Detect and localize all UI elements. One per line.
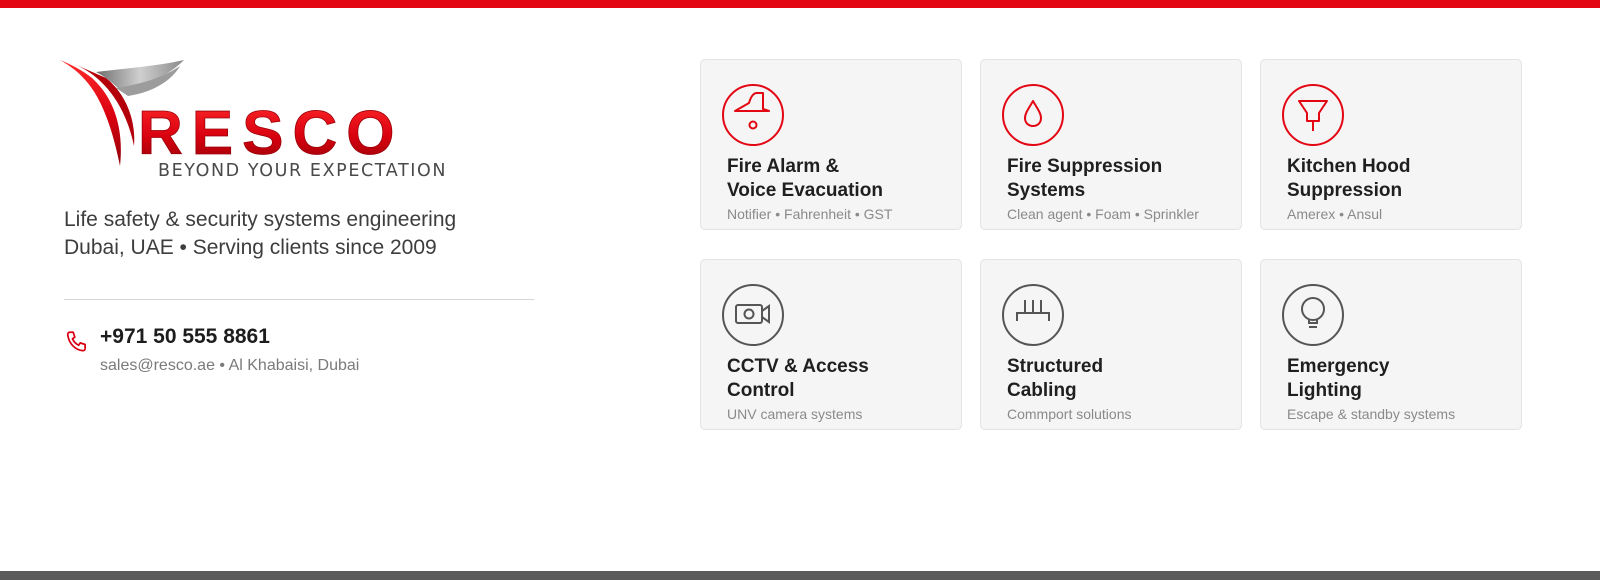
service-title: Kitchen Hood Suppression: [1287, 156, 1411, 201]
service-title: Structured Cabling: [1007, 356, 1104, 401]
service-title: Fire Alarm & Voice Evacuation: [727, 156, 883, 201]
service-card-emergency-lighting[interactable]: Emergency Lighting Escape & standby syst…: [1260, 259, 1522, 430]
service-card-cctv[interactable]: CCTV & Access Control UNV camera systems: [700, 259, 962, 430]
service-brands: Amerex • Ansul: [1287, 206, 1383, 222]
logo-slogan: BEYOND YOUR EXPECTATION: [158, 161, 447, 181]
phone-number[interactable]: +971 50 555 8861: [100, 325, 270, 349]
services-grid: Fire Alarm & Voice Evacuation Notifier •…: [700, 59, 1522, 431]
service-title: CCTV & Access Control: [727, 356, 869, 401]
service-card-fire-alarm[interactable]: Fire Alarm & Voice Evacuation Notifier •…: [700, 59, 962, 230]
service-brands: Notifier • Fahrenheit • GST: [727, 206, 893, 222]
service-title: Emergency Lighting: [1287, 356, 1390, 401]
service-brands: Clean agent • Foam • Sprinkler: [1007, 206, 1199, 222]
service-brands: Commport solutions: [1007, 406, 1132, 422]
fire-alarm-icon: [721, 83, 785, 147]
top-accent-bar: [0, 0, 1600, 8]
service-brands: UNV camera systems: [727, 406, 863, 422]
bottom-footer-bar: [0, 571, 1600, 580]
company-tagline: Life safety & security systems engineeri…: [64, 206, 584, 262]
camera-icon: [721, 283, 785, 347]
droplet-icon: [1001, 83, 1065, 147]
service-card-structured-cabling[interactable]: Structured Cabling Commport solutions: [980, 259, 1242, 430]
service-card-fire-suppression[interactable]: Fire Suppression Systems Clean agent • F…: [980, 59, 1242, 230]
service-card-kitchen-hood[interactable]: Kitchen Hood Suppression Amerex • Ansul: [1260, 59, 1522, 230]
lightbulb-icon: [1281, 283, 1345, 347]
contact-details: sales@resco.ae • Al Khabaisi, Dubai: [100, 357, 360, 374]
logo-wordmark: RESCO: [138, 99, 403, 168]
network-cabling-icon: [1001, 283, 1065, 347]
divider: [64, 299, 534, 300]
resco-logo-graphic: RESCO BEYOND YOUR EXPECTATION: [60, 60, 447, 181]
service-brands: Escape & standby systems: [1287, 406, 1456, 422]
kitchen-hood-icon: [1281, 83, 1345, 147]
tagline-line-1: Life safety & security systems engineeri…: [64, 208, 457, 231]
service-title: Fire Suppression Systems: [1007, 156, 1163, 201]
phone-icon: [64, 329, 90, 355]
tagline-line-2: Dubai, UAE • Serving clients since 2009: [64, 236, 437, 259]
company-logo: RESCO BEYOND YOUR EXPECTATION: [58, 58, 502, 186]
